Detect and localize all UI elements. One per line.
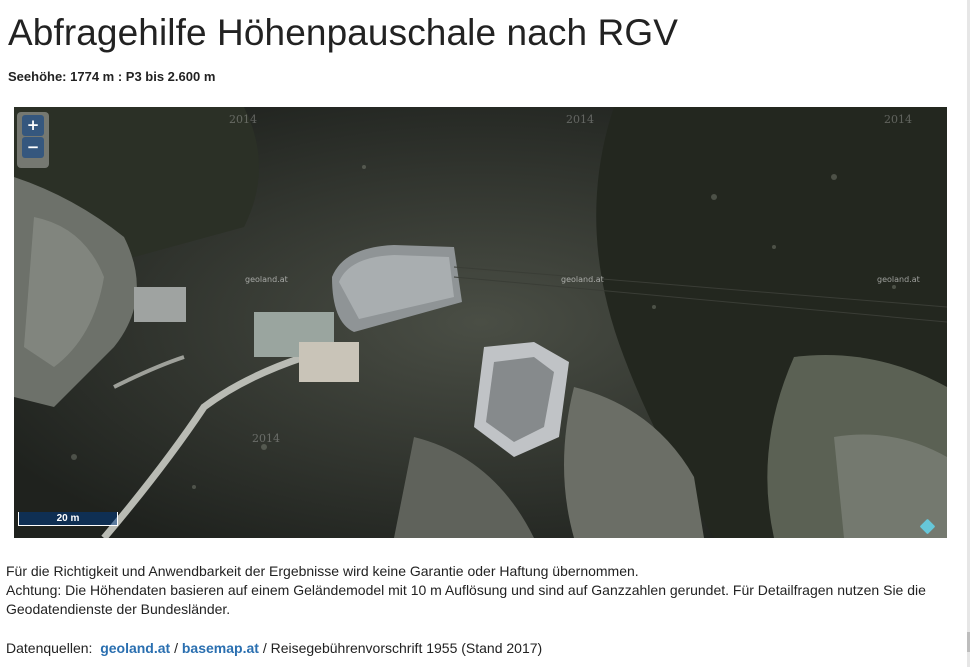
map-viewer[interactable]: 2014 2014 2014 2014 geoland.at geoland.a…	[14, 107, 947, 538]
disclaimer: Für die Richtigkeit und Anwendbarkeit de…	[6, 562, 961, 619]
sources-label: Datenquellen:	[6, 640, 93, 656]
watermark-year: 2014	[884, 113, 912, 126]
disclaimer-line-2: Achtung: Die Höhendaten basieren auf ein…	[6, 582, 926, 617]
sources-separator: /	[174, 640, 178, 656]
basemap-link[interactable]: basemap.at	[182, 640, 259, 656]
zoom-control: + −	[17, 112, 49, 168]
watermark-year: 2014	[229, 113, 257, 126]
zoom-in-button[interactable]: +	[22, 115, 44, 136]
scale-bar: 20 m	[18, 512, 118, 526]
aerial-image	[14, 107, 947, 538]
geoland-link[interactable]: geoland.at	[100, 640, 170, 656]
sources-suffix: / Reisegebührenvorschrift 1955 (Stand 20…	[262, 640, 543, 656]
elevation-summary: Seehöhe: 1774 m : P3 bis 2.600 m	[8, 69, 216, 84]
zoom-out-button[interactable]: −	[22, 137, 44, 158]
watermark-year: 2014	[566, 113, 594, 126]
watermark-year: 2014	[252, 432, 280, 445]
watermark-brand: geoland.at	[877, 275, 920, 284]
watermark-brand: geoland.at	[245, 275, 288, 284]
disclaimer-line-1: Für die Richtigkeit und Anwendbarkeit de…	[6, 563, 639, 579]
data-sources: Datenquellen: geoland.at / basemap.at / …	[6, 640, 542, 656]
watermark-brand: geoland.at	[561, 275, 604, 284]
page-title: Abfragehilfe Höhenpauschale nach RGV	[8, 12, 679, 53]
